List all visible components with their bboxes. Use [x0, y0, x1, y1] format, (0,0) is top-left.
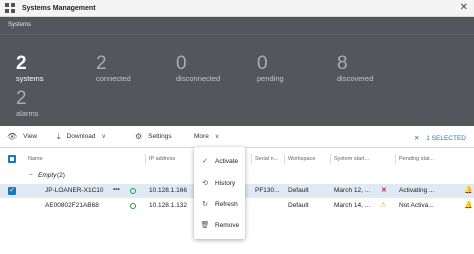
chevron-down-icon: ∨ [214, 134, 220, 140]
more-menu: ✓ Activate ⟲ History ↻ Refresh 🗑 Remove [194, 147, 245, 239]
x-mark-icon: ✕ [381, 187, 387, 194]
stat-connected[interactable]: 2 connected [96, 54, 131, 83]
pending-status: Not Activa... [399, 202, 434, 209]
ip-address: 10.128.1.166 [149, 187, 187, 194]
app-grid-icon [5, 3, 15, 13]
stat-label: connected [96, 74, 131, 83]
stat-value: 8 [337, 53, 348, 74]
column-divider[interactable] [395, 154, 396, 164]
stat-systems[interactable]: 2 systems [16, 54, 44, 83]
gear-icon: ⚙ [135, 132, 143, 141]
stat-label: systems [16, 74, 44, 83]
stat-value: 2 [16, 88, 27, 109]
stat-alarms[interactable]: 2 alarms [16, 89, 39, 118]
collapse-icon[interactable]: − [29, 172, 33, 179]
stat-pending[interactable]: 0 pending [257, 54, 284, 83]
section-title: Systems [8, 22, 32, 28]
clear-selection-icon[interactable]: ✕ [414, 135, 419, 142]
more-options-icon[interactable]: ••• [113, 186, 120, 193]
stat-discovered[interactable]: 8 discovered [337, 54, 373, 83]
menu-item-label: Activate [215, 157, 239, 165]
summary-panel: Systems 2 systems 2 connected 0 disconne… [0, 17, 474, 126]
connected-status-icon [130, 188, 136, 194]
selection-count[interactable]: ✕ 1 SELECTED [414, 134, 466, 142]
column-header-ip[interactable]: IP address [149, 156, 175, 162]
ip-address: 10.128.1.132 [149, 202, 187, 209]
column-header-pending-start[interactable]: Pending stat... [399, 156, 434, 162]
menu-item-label: Refresh [215, 200, 238, 208]
selected-label: 1 SELECTED [426, 135, 466, 142]
workspace: Default [288, 202, 309, 209]
column-header-system-start[interactable]: System start... [334, 156, 369, 162]
refresh-icon: ↻ [202, 201, 208, 208]
trash-icon: 🗑 [200, 222, 210, 229]
divider [0, 34, 474, 35]
stat-value: 2 [16, 53, 27, 74]
stat-value: 0 [176, 53, 187, 74]
eye-icon: 👁 [7, 132, 18, 141]
more-label: More [194, 133, 209, 140]
column-divider[interactable] [330, 154, 331, 164]
title-bar: Systems Management ✕ [0, 0, 474, 17]
select-all-checkbox[interactable] [8, 155, 16, 163]
column-divider[interactable] [145, 154, 146, 164]
toolbar: 👁 View ⤓ Download ∨ ⚙ Settings More ∨ ✕ … [0, 126, 474, 148]
menu-item-remove[interactable]: 🗑 Remove [194, 214, 245, 236]
settings-label: Settings [148, 133, 172, 140]
window-title: Systems Management [22, 4, 96, 12]
system-start: March 14, ... [334, 202, 371, 209]
bell-icon[interactable]: 🔔 [464, 186, 473, 194]
column-divider[interactable] [284, 154, 285, 164]
menu-item-label: History [215, 179, 236, 187]
pending-status: Activating ... [399, 187, 435, 194]
column-header-workspace[interactable]: Workspace [288, 156, 315, 162]
stat-value: 2 [96, 53, 107, 74]
connected-status-icon [130, 203, 136, 209]
group-count: (2) [57, 172, 65, 179]
check-icon: ✓ [202, 158, 208, 165]
system-name: JP-LOANER-X1C10 [45, 187, 104, 194]
stat-label: pending [257, 74, 284, 83]
more-button[interactable]: More ∨ [194, 133, 219, 140]
view-label: View [23, 133, 38, 140]
settings-button[interactable]: ⚙ Settings [135, 132, 172, 141]
row-checkbox[interactable]: ✓ [8, 187, 16, 195]
column-divider[interactable] [251, 154, 252, 164]
stat-value: 0 [257, 53, 268, 74]
download-icon: ⤓ [57, 132, 61, 141]
column-header-name[interactable]: Name [28, 156, 43, 162]
download-button[interactable]: ⤓ Download ∨ [57, 132, 106, 141]
system-name: AE00802F21AB68 [45, 202, 99, 209]
stat-disconnected[interactable]: 0 disconnected [176, 54, 220, 83]
menu-item-history[interactable]: ⟲ History [194, 172, 245, 194]
workspace: Default [288, 187, 309, 194]
history-icon: ⟲ [202, 180, 208, 187]
stat-label: disconnected [176, 74, 221, 83]
download-label: Download [66, 133, 96, 140]
stat-label: discovered [337, 74, 374, 83]
warning-icon: ⚠ [380, 202, 387, 209]
view-button[interactable]: 👁 View [7, 132, 38, 141]
menu-item-refresh[interactable]: ↻ Refresh [194, 193, 245, 215]
column-header-serial[interactable]: Serial n... [255, 156, 278, 162]
chevron-down-icon: ∨ [101, 134, 106, 140]
close-icon[interactable]: ✕ [460, 2, 468, 13]
bell-icon[interactable]: 🔔 [464, 201, 473, 209]
group-label: Empty [38, 172, 57, 179]
system-start: March 12, ... [334, 187, 371, 194]
serial-number: PF130... [255, 187, 280, 194]
stat-label: alarms [16, 109, 39, 118]
menu-item-activate[interactable]: ✓ Activate [194, 150, 245, 172]
menu-item-label: Remove [215, 221, 240, 229]
